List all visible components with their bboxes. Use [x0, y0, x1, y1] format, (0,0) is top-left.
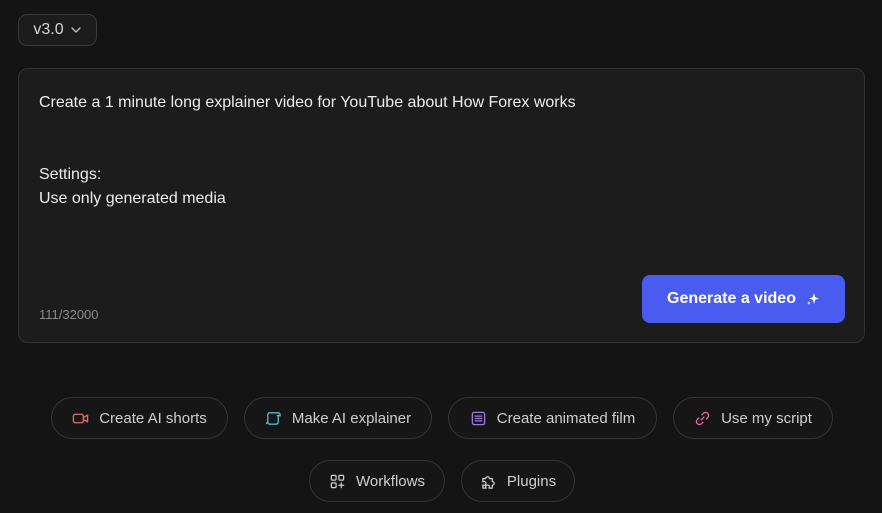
app-root: v3.0 Create a 1 minute long explainer vi… — [0, 0, 882, 513]
chip-label: Create AI shorts — [99, 409, 207, 427]
chip-label: Plugins — [506, 472, 557, 490]
video-camera-icon — [72, 413, 89, 423]
chevron-down-icon — [70, 27, 81, 33]
grid-plus-icon — [330, 474, 345, 488]
create-animated-film-button[interactable]: Create animated film — [448, 397, 657, 439]
sparkle-icon — [806, 293, 819, 305]
generate-video-button[interactable]: Generate a video — [642, 275, 845, 323]
document-icon — [471, 411, 486, 425]
workflows-button[interactable]: Workflows — [309, 460, 445, 502]
link-icon — [695, 411, 710, 425]
prompt-textarea[interactable]: Create a 1 minute long explainer video f… — [39, 91, 819, 211]
character-counter: 111/32000 — [39, 307, 99, 322]
generate-button-label: Generate a video — [667, 290, 796, 307]
plugins-button[interactable]: Plugins — [461, 460, 575, 502]
chip-label: Workflows — [356, 472, 425, 490]
chip-label: Create animated film — [496, 409, 636, 427]
chip-label: Use my script — [721, 409, 812, 427]
make-ai-explainer-button[interactable]: Make AI explainer — [244, 397, 432, 439]
version-select[interactable]: v3.0 — [18, 14, 97, 46]
scroll-icon — [265, 411, 281, 425]
puzzle-icon — [482, 475, 495, 489]
use-my-script-button[interactable]: Use my script — [673, 397, 833, 439]
version-label: v3.0 — [33, 21, 64, 38]
chip-label: Make AI explainer — [291, 409, 412, 427]
prompt-box[interactable]: Create a 1 minute long explainer video f… — [18, 68, 865, 343]
create-ai-shorts-button[interactable]: Create AI shorts — [51, 397, 228, 439]
